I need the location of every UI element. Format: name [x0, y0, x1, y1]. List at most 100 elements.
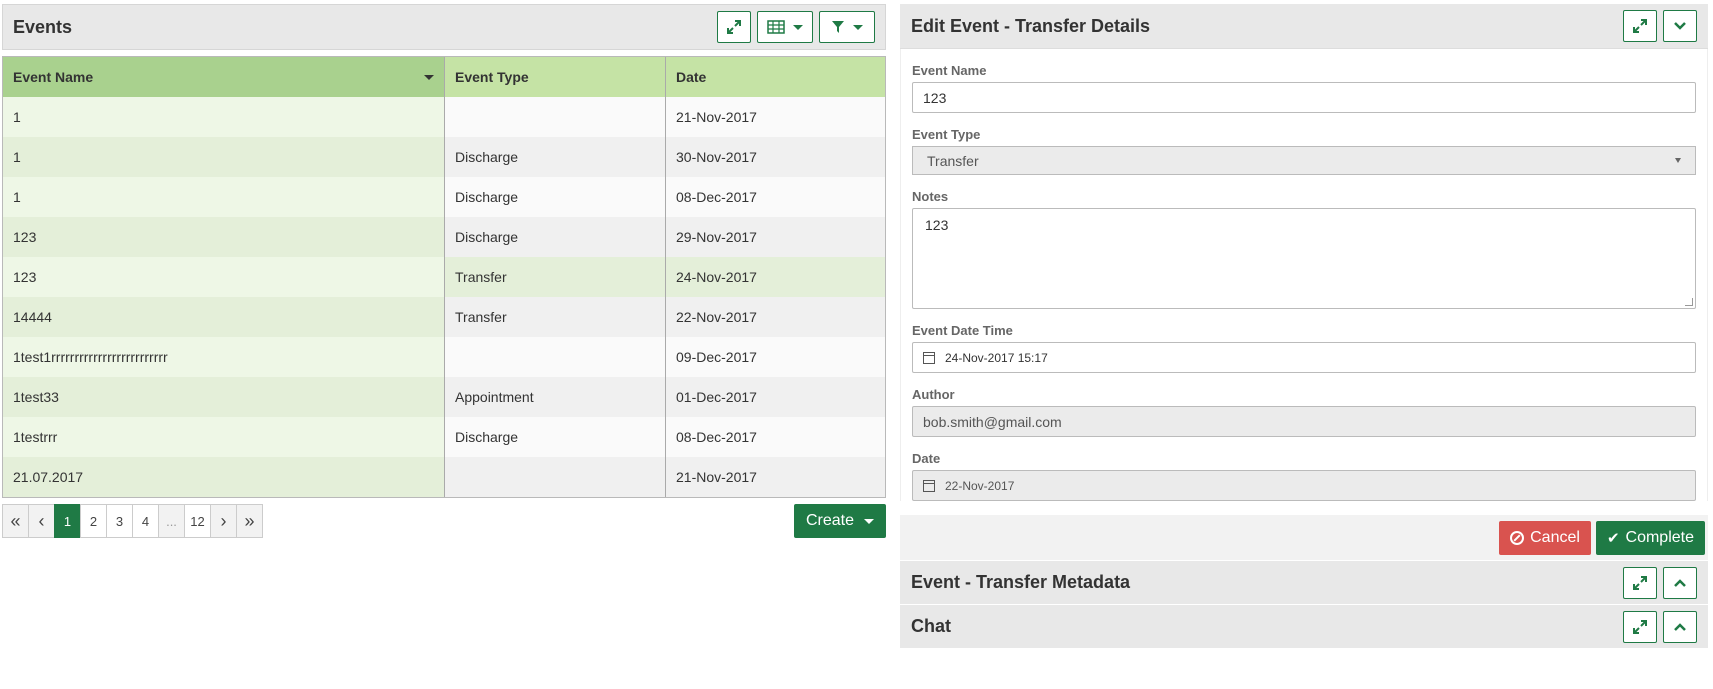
table-row[interactable]: 1testrrr Discharge 08-Dec-2017 [3, 417, 885, 457]
cell-date: 24-Nov-2017 [666, 257, 885, 297]
grid-header: Event Name Event Type Date [3, 57, 885, 97]
event-name-label: Event Name [912, 63, 987, 78]
table-row-selected[interactable]: 123 Transfer 24-Nov-2017 [3, 257, 885, 297]
metadata-panel-header: Event - Transfer Metadata [900, 560, 1708, 604]
table-row[interactable]: 14444 Transfer 22-Nov-2017 [3, 297, 885, 337]
cell-event-type: Discharge [445, 217, 666, 257]
resize-grip-icon[interactable] [1685, 298, 1693, 306]
page-ellipsis[interactable]: ... [158, 504, 185, 538]
event-datetime-field[interactable]: 24-Nov-2017 15:17 [912, 342, 1696, 373]
cancel-button[interactable]: Cancel [1499, 520, 1591, 555]
metadata-panel-title: Event - Transfer Metadata [911, 572, 1131, 592]
cell-event-name: 1test1rrrrrrrrrrrrrrrrrrrrrrrrr [3, 337, 445, 377]
complete-button[interactable]: ✔ Complete [1595, 520, 1705, 555]
cell-event-type: Transfer [445, 297, 666, 337]
date-field: 22-Nov-2017 [912, 470, 1696, 501]
page-button-1[interactable]: 1 [54, 504, 81, 538]
column-header-date[interactable]: Date [666, 57, 885, 97]
cell-date: 21-Nov-2017 [666, 457, 885, 497]
author-label: Author [912, 387, 955, 402]
date-value: 22-Nov-2017 [945, 478, 1015, 493]
events-panel-title: Events [13, 16, 73, 37]
column-header-event-type[interactable]: Event Type [445, 57, 666, 97]
filter-icon [832, 21, 844, 33]
filter-menu-button[interactable] [819, 11, 875, 43]
create-button[interactable]: Create [794, 504, 886, 538]
cell-date: 09-Dec-2017 [666, 337, 885, 377]
page-button-3[interactable]: 3 [106, 504, 133, 538]
columns-menu-button[interactable] [757, 11, 813, 43]
cell-event-type: Transfer [445, 257, 666, 297]
table-row[interactable]: 1test1rrrrrrrrrrrrrrrrrrrrrrrrr 09-Dec-20… [3, 337, 885, 377]
cell-date: 08-Dec-2017 [666, 177, 885, 217]
table-row[interactable]: 21.07.2017 21-Nov-2017 [3, 457, 885, 497]
page-button-12[interactable]: 12 [184, 504, 211, 538]
expand-button[interactable] [1623, 566, 1657, 599]
page-button-4[interactable]: 4 [132, 504, 159, 538]
cell-event-name: 14444 [3, 297, 445, 337]
table-row[interactable]: 1 Discharge 30-Nov-2017 [3, 137, 885, 177]
cell-event-name: 21.07.2017 [3, 457, 445, 497]
cancel-button-label: Cancel [1530, 528, 1580, 546]
first-page-button[interactable]: « [2, 504, 29, 538]
table-row[interactable]: 1 21-Nov-2017 [3, 97, 885, 137]
expand-panel-button[interactable] [1663, 610, 1697, 643]
cell-event-type: Discharge [445, 417, 666, 457]
create-button-label: Create [805, 512, 855, 529]
calendar-icon[interactable] [923, 351, 935, 364]
cell-event-name: 123 [3, 217, 445, 257]
chevron-down-icon [793, 24, 803, 30]
events-panel-header: Events [2, 4, 886, 50]
cell-date: 08-Dec-2017 [666, 417, 885, 457]
column-header-event-name[interactable]: Event Name [3, 57, 445, 97]
cell-date: 01-Dec-2017 [666, 377, 885, 417]
chat-panel-title: Chat [911, 616, 951, 636]
column-header-label: Event Name [13, 69, 94, 85]
calendar-icon [923, 479, 935, 492]
notes-textarea[interactable]: 123 [912, 208, 1696, 309]
column-header-label: Event Type [455, 69, 529, 85]
table-row[interactable]: 1test33 Appointment 01-Dec-2017 [3, 377, 885, 417]
next-page-button[interactable]: › [210, 504, 237, 538]
cell-event-type: Appointment [445, 377, 666, 417]
event-name-field[interactable]: 123 [912, 82, 1696, 113]
expand-panel-button[interactable] [1663, 566, 1697, 599]
chat-panel-header: Chat [900, 604, 1708, 648]
chevron-down-icon [1674, 22, 1686, 30]
form-actions: Cancel ✔ Complete [900, 515, 1708, 560]
chevron-down-icon [853, 24, 863, 30]
chevron-up-icon [1674, 622, 1686, 631]
expand-icon [727, 20, 741, 34]
author-field: bob.smith@gmail.com [912, 406, 1696, 437]
last-page-button[interactable]: » [236, 504, 263, 538]
chevron-up-icon [1674, 578, 1686, 587]
cell-event-name: 1 [3, 177, 445, 217]
edit-form: Event Name 123 Event Type Transfer Notes… [900, 49, 1708, 501]
cell-event-type [445, 97, 666, 137]
cell-event-name: 1 [3, 97, 445, 137]
cell-event-type [445, 337, 666, 377]
chevron-down-icon [1675, 158, 1681, 163]
cell-date: 29-Nov-2017 [666, 217, 885, 257]
cell-event-name: 1 [3, 137, 445, 177]
expand-icon [1633, 575, 1647, 590]
notes-value: 123 [925, 217, 949, 233]
page-button-2[interactable]: 2 [80, 504, 107, 538]
event-datetime-label: Event Date Time [912, 323, 1013, 338]
expand-button[interactable] [717, 11, 751, 43]
prev-page-button[interactable]: ‹ [28, 504, 55, 538]
expand-button[interactable] [1623, 610, 1657, 643]
cell-date: 22-Nov-2017 [666, 297, 885, 337]
sort-desc-icon [424, 74, 434, 80]
table-row[interactable]: 123 Discharge 29-Nov-2017 [3, 217, 885, 257]
check-icon: ✔ [1606, 529, 1620, 547]
edit-panel-header: Edit Event - Transfer Details [900, 4, 1708, 49]
expand-icon [1633, 19, 1647, 33]
collapse-button[interactable] [1663, 10, 1697, 42]
expand-button[interactable] [1623, 10, 1657, 42]
event-type-select[interactable]: Transfer [912, 146, 1696, 175]
cell-event-name: 123 [3, 257, 445, 297]
cell-date: 21-Nov-2017 [666, 97, 885, 137]
table-row[interactable]: 1 Discharge 08-Dec-2017 [3, 177, 885, 217]
cell-event-type: Discharge [445, 137, 666, 177]
